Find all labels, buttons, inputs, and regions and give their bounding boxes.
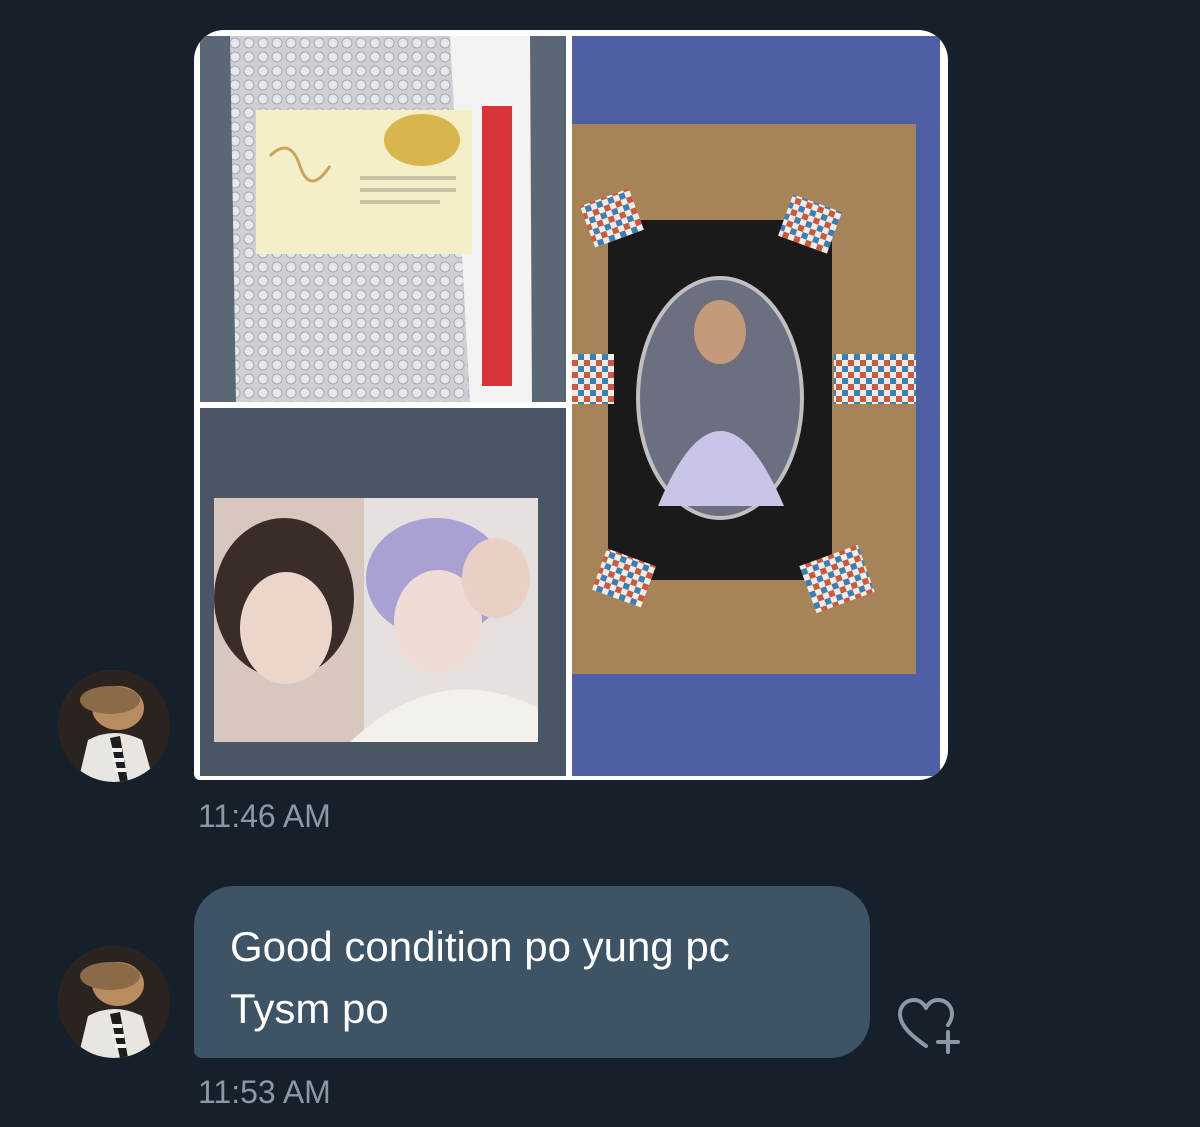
- message-timestamp: 11:53 AM: [198, 1074, 331, 1110]
- message-text-line: Tysm po: [230, 985, 389, 1032]
- media-message[interactable]: [194, 30, 948, 780]
- bubble-wrap-package-photo[interactable]: [200, 36, 566, 402]
- avatar-image: [58, 946, 170, 1058]
- avatar[interactable]: [58, 946, 170, 1058]
- message-timestamp: 11:46 AM: [198, 798, 331, 834]
- heart-plus-icon[interactable]: [892, 994, 964, 1054]
- message-text-line: Good condition po yung pc: [230, 923, 730, 970]
- text-message-bubble[interactable]: Good condition po yung pc Tysm po: [194, 886, 870, 1058]
- avatar-image: [58, 670, 170, 782]
- dm-conversation: 11:46 AM Good condition po yung pc Tysm …: [0, 0, 1200, 1127]
- image-collage: [200, 36, 940, 776]
- framed-photocard-photo[interactable]: [572, 36, 940, 776]
- photocard-duo-photo[interactable]: [200, 408, 566, 776]
- avatar[interactable]: [58, 670, 170, 782]
